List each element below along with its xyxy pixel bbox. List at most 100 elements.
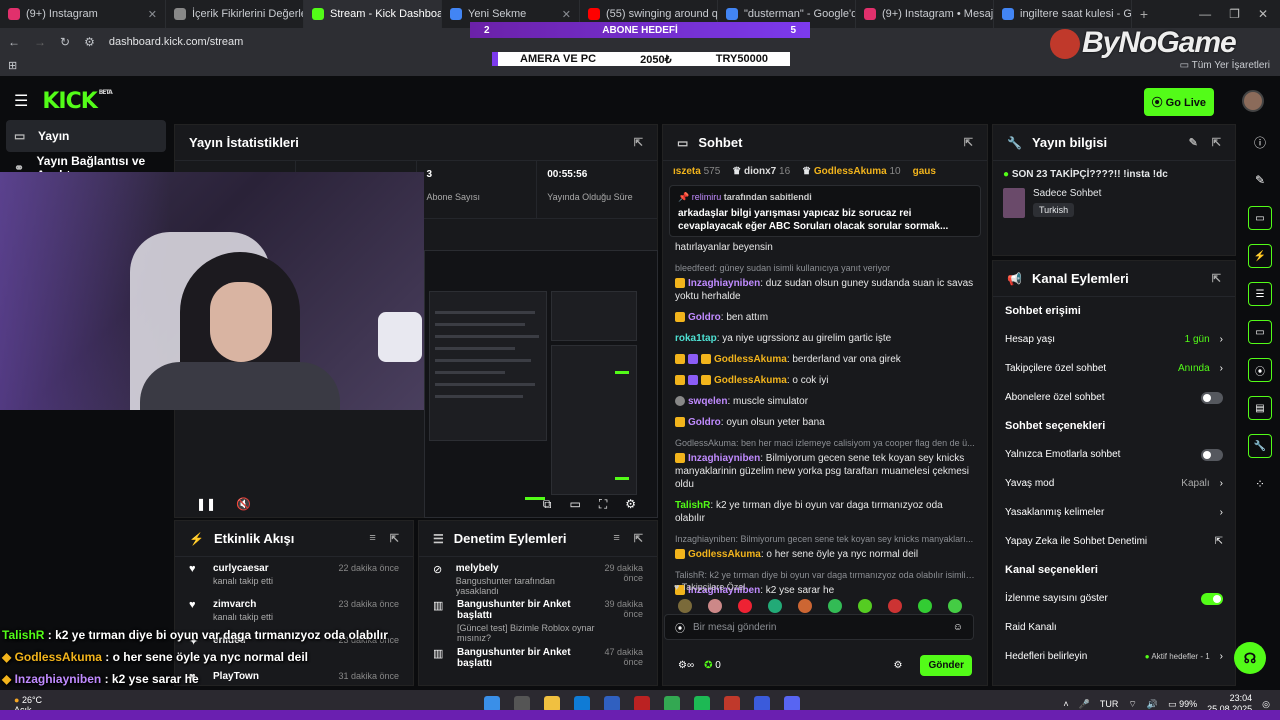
- close-tab-icon[interactable]: ✕: [556, 8, 571, 21]
- show-viewers-toggle[interactable]: [1201, 592, 1223, 605]
- new-tab-button[interactable]: +: [1132, 6, 1156, 22]
- emote-icon[interactable]: [708, 599, 722, 613]
- chat-widget-icon[interactable]: ▭: [1248, 320, 1272, 344]
- followers-chat-row[interactable]: Takipçilere özel sohbet Anında ›: [993, 354, 1235, 383]
- close-window-icon[interactable]: ✕: [1258, 7, 1268, 21]
- top-chatter[interactable]: ♛ dionx7 16: [732, 166, 790, 177]
- apps-grid-icon[interactable]: ⊞: [8, 59, 17, 72]
- chat-settings-icon[interactable]: ⚙: [893, 660, 902, 671]
- notification-icon[interactable]: ◎: [1262, 699, 1270, 710]
- lightning-widget-icon[interactable]: ⚡: [1248, 244, 1272, 268]
- settings-icon[interactable]: ⚙: [625, 497, 636, 512]
- popout-icon[interactable]: ⇱: [634, 136, 643, 149]
- filter-icon[interactable]: ≡: [369, 532, 375, 545]
- help-button[interactable]: ☊: [1234, 642, 1266, 674]
- chat-username[interactable]: TalishR: [675, 500, 710, 511]
- emote-icon[interactable]: [678, 599, 692, 613]
- pause-icon[interactable]: ❚❚: [196, 497, 216, 511]
- edit-icon[interactable]: ✎: [1189, 136, 1198, 149]
- url-field[interactable]: dashboard.kick.com/stream: [109, 36, 244, 48]
- chat-username[interactable]: Inzaghiayniben: [688, 278, 760, 289]
- account-age-row[interactable]: Hesap yaşı 1 gün ›: [993, 325, 1235, 354]
- chat-username[interactable]: GodlessAkuma: [714, 375, 787, 386]
- pencil-icon[interactable]: ✎: [1248, 168, 1272, 192]
- emote-icon[interactable]: [918, 599, 932, 613]
- browser-tab[interactable]: (9+) Instagram • Mesajlar✕: [856, 0, 994, 28]
- info-icon[interactable]: ⓘ: [1248, 130, 1272, 154]
- ai-moderation-row[interactable]: Yapay Zeka ile Sohbet Denetimi ⇱: [993, 527, 1235, 556]
- broadcast-widget-icon[interactable]: ⦿: [1248, 358, 1272, 382]
- close-tab-icon[interactable]: ✕: [142, 8, 157, 21]
- popout-icon[interactable]: ⇱: [1212, 272, 1221, 285]
- reload-icon[interactable]: ↻: [60, 35, 70, 49]
- list-widget-icon[interactable]: ☰: [1248, 282, 1272, 306]
- browser-tab[interactable]: ingiltere saat kulesi - Goo✕: [994, 0, 1132, 28]
- popout-icon[interactable]: ⇱: [1212, 136, 1221, 149]
- popout-icon[interactable]: ⇱: [964, 136, 973, 149]
- maximize-icon[interactable]: ❐: [1229, 7, 1240, 21]
- chevron-up-icon[interactable]: ˄: [1063, 699, 1068, 709]
- site-info-icon[interactable]: ⚙: [84, 35, 95, 49]
- points-display[interactable]: ✪ 0: [704, 660, 721, 671]
- back-icon[interactable]: ←: [8, 35, 20, 49]
- popout-icon[interactable]: ⇱: [390, 532, 399, 545]
- stats-widget-icon[interactable]: ▭: [1248, 206, 1272, 230]
- avatar[interactable]: [1242, 90, 1264, 112]
- theater-icon[interactable]: ▭: [569, 497, 580, 512]
- kick-logo[interactable]: KICK BETA: [42, 89, 112, 114]
- chat-username[interactable]: Goldro: [688, 417, 721, 428]
- volume-icon[interactable]: 🔊: [1147, 699, 1158, 710]
- video-widget-icon[interactable]: ▤: [1248, 396, 1272, 420]
- add-widget-icon[interactable]: ⁘: [1248, 472, 1272, 496]
- emoji-icon[interactable]: ☺: [953, 622, 963, 633]
- minimize-icon[interactable]: —: [1199, 7, 1211, 21]
- chat-username[interactable]: Goldro: [688, 312, 721, 323]
- wrench-widget-icon[interactable]: 🔧: [1248, 434, 1272, 458]
- mic-icon[interactable]: 🎤: [1079, 699, 1090, 710]
- chat-message: bleedfeed: güney sudan isimli kullanıcıy…: [675, 263, 974, 302]
- browser-tab-active[interactable]: Stream - Kick Dashboard✕: [304, 0, 442, 28]
- chat-username[interactable]: roka1tap: [675, 333, 717, 344]
- forward-icon[interactable]: →: [34, 35, 46, 49]
- popout-icon[interactable]: ⇱: [634, 532, 643, 545]
- menu-icon[interactable]: ☰: [14, 91, 28, 111]
- emote-icon[interactable]: [768, 599, 782, 613]
- fullscreen-icon[interactable]: ⛶: [599, 497, 607, 512]
- banned-words-row[interactable]: Yasaklanmış kelimeler ›: [993, 498, 1235, 527]
- emote-icon[interactable]: [948, 599, 962, 613]
- wifi-icon[interactable]: ⌔: [1128, 699, 1136, 710]
- filter-icon[interactable]: ≡: [613, 532, 619, 545]
- slow-mode-row[interactable]: Yavaş mod Kapalı ›: [993, 469, 1235, 498]
- browser-tab[interactable]: (9+) Instagram ✕: [0, 0, 166, 28]
- emote-only-toggle[interactable]: [1201, 448, 1223, 461]
- chat-input[interactable]: ⦿ Bir mesaj gönderin ☺: [664, 614, 974, 640]
- emote-icon[interactable]: [738, 599, 752, 613]
- chatter-name: gaus: [912, 165, 936, 177]
- emote-icon[interactable]: [798, 599, 812, 613]
- pip-icon[interactable]: ⧉: [543, 497, 552, 512]
- emote-icon[interactable]: [888, 599, 902, 613]
- send-button[interactable]: Gönder: [920, 654, 972, 676]
- browser-tab[interactable]: İçerik Fikirlerini Değerlend✕: [166, 0, 304, 28]
- chat-username[interactable]: GodlessAkuma: [714, 354, 787, 365]
- top-chatter[interactable]: ♛ GodlessAkuma 10: [802, 166, 900, 177]
- language-indicator[interactable]: TUR: [1100, 699, 1119, 709]
- pinned-message[interactable]: 📌 relimiru tarafından sabitlendi arkadaş…: [669, 185, 981, 237]
- raid-row[interactable]: Raid Kanalı: [993, 613, 1235, 642]
- user-settings-icon[interactable]: ⚙∞: [678, 660, 694, 671]
- chat-username[interactable]: swqelen: [688, 396, 727, 407]
- go-live-button[interactable]: ⦿ Go Live: [1143, 88, 1214, 116]
- chat-username[interactable]: GodlessAkuma: [688, 549, 761, 560]
- battery-indicator[interactable]: ▭ 99%: [1168, 699, 1197, 710]
- mute-icon[interactable]: 🔇: [236, 497, 251, 511]
- sidebar-item-stream[interactable]: ▭ Yayın: [6, 120, 166, 152]
- top-chatter[interactable]: ıszeta 575: [673, 166, 720, 177]
- emote-icon[interactable]: [828, 599, 842, 613]
- category-name[interactable]: Sadece Sohbet: [1033, 188, 1101, 199]
- subs-chat-toggle[interactable]: [1201, 391, 1223, 404]
- top-chatter[interactable]: gaus: [913, 166, 936, 177]
- emote-icon[interactable]: [858, 599, 872, 613]
- chat-username[interactable]: Inzaghiayniben: [688, 453, 760, 464]
- all-bookmarks[interactable]: ▭ Tüm Yer İşaretleri: [1180, 60, 1270, 71]
- goals-row[interactable]: Hedefleri belirleyin ● Aktif hedefler - 1…: [993, 642, 1235, 671]
